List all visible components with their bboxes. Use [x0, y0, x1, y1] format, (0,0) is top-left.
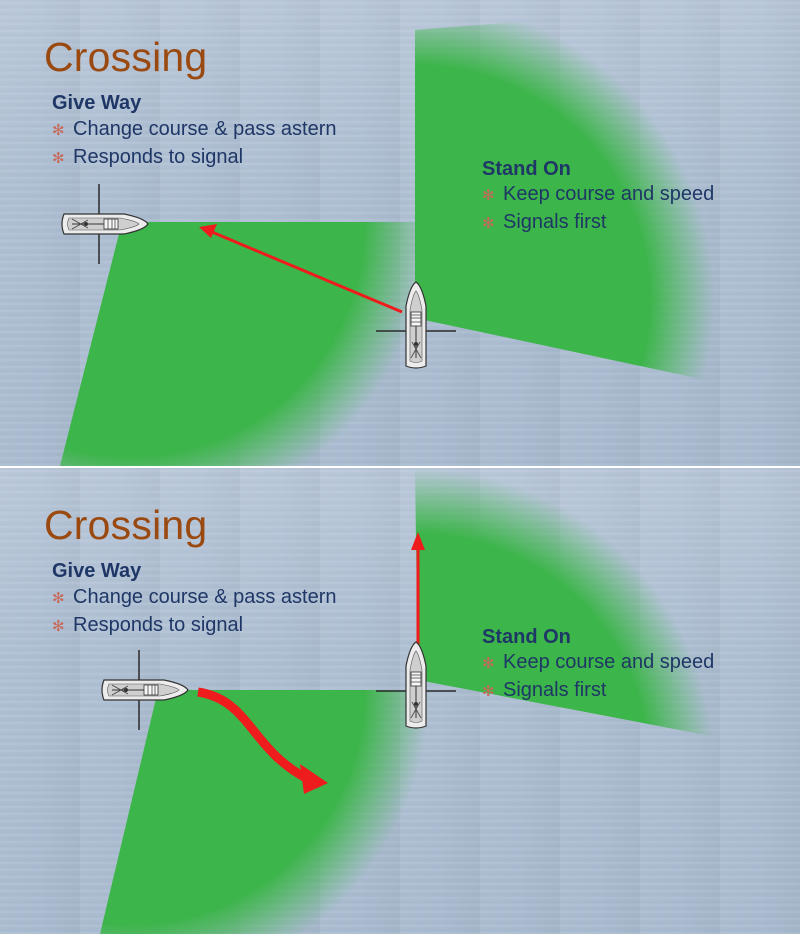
asterisk-bullet-icon: ✻	[482, 187, 495, 204]
list-item: ✻ Change course & pass astern	[52, 584, 337, 612]
asterisk-bullet-icon: ✻	[52, 150, 65, 167]
asterisk-bullet-icon: ✻	[482, 655, 495, 672]
give-way-list: ✻ Change course & pass astern ✻ Responds t…	[52, 584, 337, 640]
asterisk-bullet-icon: ✻	[482, 215, 495, 232]
slide-panel-1: Crossing Give Way ✻ Change course & pass …	[0, 0, 800, 466]
give-way-sector	[60, 222, 440, 466]
stand-on-sector	[415, 468, 800, 753]
list-item: ✻ Signals first	[482, 677, 714, 705]
give-way-list: ✻ Change course & pass astern ✻ Responds t…	[52, 116, 337, 172]
asterisk-bullet-icon: ✻	[482, 683, 495, 700]
list-item: ✻ Change course & pass astern	[52, 116, 337, 144]
stand-on-heading: Stand On	[482, 158, 571, 180]
list-item: ✻ Keep course and speed	[482, 649, 714, 677]
list-item: ✻ Responds to signal	[52, 612, 337, 640]
list-item: ✻ Responds to signal	[52, 144, 337, 172]
give-way-sector	[100, 690, 440, 934]
list-item: ✻ Signals first	[482, 209, 714, 237]
give-way-heading: Give Way	[52, 560, 142, 582]
list-item: ✻ Keep course and speed	[482, 181, 714, 209]
stand-on-list: ✻ Keep course and speed ✻ Signals first	[482, 649, 714, 705]
stand-on-heading: Stand On	[482, 626, 571, 648]
asterisk-bullet-icon: ✻	[52, 618, 65, 635]
slide-title: Crossing	[44, 502, 208, 548]
slide-panel-2: Crossing Give Way ✻ Change course & pass …	[0, 468, 800, 934]
asterisk-bullet-icon: ✻	[52, 590, 65, 607]
give-way-heading: Give Way	[52, 92, 142, 114]
asterisk-bullet-icon: ✻	[52, 122, 65, 139]
slide-title: Crossing	[44, 34, 208, 80]
stand-on-list: ✻ Keep course and speed ✻ Signals first	[482, 181, 714, 237]
